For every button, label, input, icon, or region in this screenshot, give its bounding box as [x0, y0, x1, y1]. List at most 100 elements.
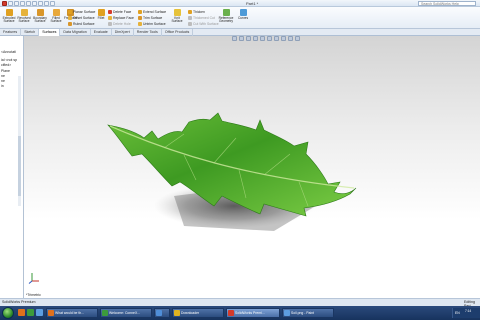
- knit-surface-icon: [173, 9, 181, 16]
- filled-surface-button[interactable]: Filled Surface: [49, 9, 63, 27]
- reference-geometry-icon: [222, 9, 230, 16]
- quick-access-toolbar: [2, 1, 55, 6]
- undo-icon[interactable]: [32, 1, 37, 6]
- quick-launch-explorer-icon[interactable]: [27, 309, 34, 316]
- offset-surface-button[interactable]: Offset Surface: [68, 15, 95, 20]
- select-icon[interactable]: [38, 1, 43, 6]
- extend-surface-button[interactable]: Extend Surface: [138, 9, 166, 14]
- reference-triad-icon: [28, 273, 39, 284]
- network-icon: [156, 310, 162, 316]
- planar-surface-icon: [68, 9, 72, 14]
- delete-face-icon: [108, 9, 112, 14]
- replace-face-icon: [108, 15, 112, 20]
- thicken-button[interactable]: Thicken: [188, 9, 205, 14]
- tab-evaluate[interactable]: Evaluate: [91, 29, 112, 36]
- start-button[interactable]: [2, 307, 14, 319]
- leaf-model-render[interactable]: [24, 36, 480, 298]
- windows-taskbar: What would be th... Welcome: ConneX... D…: [0, 306, 480, 320]
- tab-dimxpert[interactable]: DimXpert: [112, 29, 134, 36]
- open-icon[interactable]: [14, 1, 19, 6]
- tree-item-right-plane[interactable]: ne: [1, 79, 5, 83]
- solidworks-logo-icon[interactable]: [2, 1, 7, 6]
- untrim-surface-icon: [138, 21, 142, 26]
- ruled-surface-icon: [68, 21, 72, 26]
- tab-office-products[interactable]: Office Products: [162, 29, 194, 36]
- tree-item-top-plane[interactable]: ne: [1, 74, 5, 78]
- firefox-icon: [48, 310, 54, 316]
- tree-item-material[interactable]: ial <not sp: [1, 58, 17, 62]
- tab-render-tools[interactable]: Render Tools: [134, 29, 162, 36]
- leaf-surface: [107, 112, 357, 217]
- boundary-surface-button[interactable]: Boundary Surface: [33, 9, 47, 27]
- solidworks-icon: [228, 310, 234, 316]
- offset-surface-icon: [68, 15, 72, 20]
- graphics-viewport[interactable]: *Trimetric: [24, 36, 480, 298]
- quick-launch-desktop-icon[interactable]: [36, 309, 43, 316]
- extruded-surface-icon: [5, 9, 13, 16]
- thickened-cut-icon: [188, 15, 192, 20]
- tab-features[interactable]: Features: [0, 29, 22, 36]
- title-bar: Part1 * Search SolidWorks Help: [0, 0, 480, 7]
- rebuild-icon[interactable]: [44, 1, 49, 6]
- tab-sketch[interactable]: Sketch: [21, 29, 40, 36]
- reference-geometry-button[interactable]: Reference Geometry: [217, 9, 235, 27]
- command-manager-ribbon: Extruded Surface Revolved Surface Bounda…: [0, 7, 480, 29]
- trim-surface-icon: [138, 15, 142, 20]
- delete-hole-icon: [108, 21, 112, 26]
- untrim-surface-button[interactable]: Untrim Surface: [138, 21, 166, 26]
- panel-scroll-thumb[interactable]: [18, 136, 21, 196]
- quick-launch-firefox-icon[interactable]: [18, 309, 25, 316]
- tree-item-front-plane[interactable]: Plane: [1, 69, 10, 73]
- taskbar-item-downloader[interactable]: Downloader: [172, 308, 224, 318]
- cut-with-surface-icon: [188, 21, 192, 26]
- tree-item-annotations[interactable]: <Annotati: [1, 50, 16, 54]
- print-icon[interactable]: [26, 1, 31, 6]
- panel-scrollbar[interactable]: [18, 76, 21, 206]
- thicken-icon: [188, 9, 192, 14]
- system-tray: EN 7:14: [452, 308, 480, 318]
- taskbar-item-network[interactable]: [154, 308, 170, 318]
- tree-item-origin[interactable]: in: [1, 84, 4, 88]
- clock[interactable]: 7:14: [465, 309, 471, 313]
- taskbar-item-solidworks[interactable]: SolidWorks Premi...: [226, 308, 280, 318]
- tab-data-migration[interactable]: Data Migration: [60, 29, 91, 36]
- help-search-input[interactable]: Search SolidWorks Help: [418, 1, 476, 6]
- curves-button[interactable]: Curves: [237, 9, 249, 27]
- document-title: Part1 *: [246, 1, 259, 6]
- ruled-surface-button[interactable]: Ruled Surface: [68, 21, 95, 26]
- tree-item-material-cont: cified>: [1, 63, 12, 67]
- filled-surface-icon: [52, 9, 60, 16]
- save-icon[interactable]: [20, 1, 25, 6]
- delete-hole-button[interactable]: Delete Hole: [108, 21, 131, 26]
- extruded-surface-button[interactable]: Extruded Surface: [2, 9, 16, 27]
- boundary-surface-icon: [36, 9, 44, 16]
- fillet-icon: [97, 9, 105, 16]
- status-bar: SolidWorks Premium Editing Part: [0, 298, 480, 308]
- options-icon[interactable]: [50, 1, 55, 6]
- view-orientation-label: *Trimetric: [26, 293, 41, 297]
- thickened-cut-button[interactable]: Thickened Cut: [188, 15, 215, 20]
- curves-icon: [239, 9, 247, 16]
- fillet-button[interactable]: Fillet: [95, 9, 107, 27]
- planar-surface-button[interactable]: Planar Surface: [68, 9, 95, 14]
- command-manager-tabs: Features Sketch Surfaces Data Migration …: [0, 29, 480, 36]
- new-icon[interactable]: [8, 1, 13, 6]
- replace-face-button[interactable]: Replace Face: [108, 15, 134, 20]
- status-product-name: SolidWorks Premium: [2, 300, 36, 304]
- feature-manager-panel: <Annotati ial <not sp cified> Plane ne n…: [0, 36, 24, 298]
- paint-icon: [284, 310, 290, 316]
- download-icon: [174, 310, 180, 316]
- taskbar-item-chrome[interactable]: Welcome: ConneX...: [100, 308, 152, 318]
- language-indicator[interactable]: EN: [455, 311, 460, 315]
- extend-surface-icon: [138, 9, 142, 14]
- revolved-surface-icon: [20, 9, 28, 16]
- taskbar-item-firefox[interactable]: What would be th...: [46, 308, 98, 318]
- chrome-icon: [102, 310, 108, 316]
- knit-surface-button[interactable]: Knit Surface: [170, 9, 184, 27]
- cut-with-surface-button[interactable]: Cut With Surface: [188, 21, 219, 26]
- taskbar-item-paint[interactable]: Soil.png - Paint: [282, 308, 334, 318]
- revolved-surface-button[interactable]: Revolved Surface: [17, 9, 31, 27]
- trim-surface-button[interactable]: Trim Surface: [138, 15, 162, 20]
- delete-face-button[interactable]: Delete Face: [108, 9, 131, 14]
- tab-surfaces[interactable]: Surfaces: [39, 29, 61, 36]
